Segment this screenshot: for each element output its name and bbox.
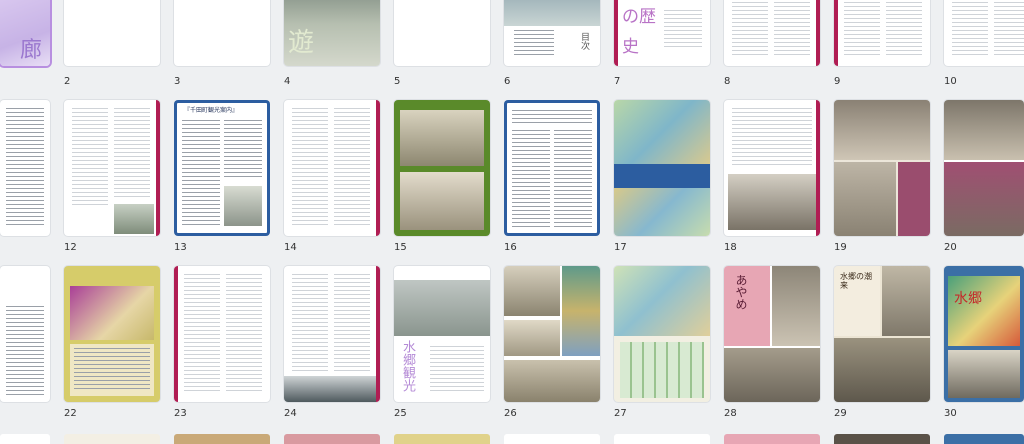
page-number: 9 <box>834 76 841 87</box>
page-number: 6 <box>504 76 511 87</box>
page-thumbnail-partial[interactable] <box>394 434 490 444</box>
page-thumbnail-partial[interactable] <box>0 434 50 444</box>
page-thumbnail-partial[interactable] <box>834 434 930 444</box>
page-image <box>64 0 160 66</box>
page-number: 8 <box>724 76 731 87</box>
cover-title: 水郷の潮来 <box>840 272 872 290</box>
page-number: 7 <box>614 76 621 87</box>
page-number: 3 <box>174 76 181 87</box>
page-thumbnail-grid: 廊 2 3 遊 4 5 目次 6 の歴史 7 8 9 10 12 『千田町観光案… <box>0 0 1024 444</box>
page-number: 16 <box>504 242 517 253</box>
page-number: 19 <box>834 242 847 253</box>
page-number: 30 <box>944 408 957 419</box>
page-image <box>504 100 600 236</box>
page-number: 20 <box>944 242 957 253</box>
page-image: 廊 <box>0 0 50 66</box>
page-image <box>504 266 600 402</box>
page-image <box>614 266 710 402</box>
page-image: 水郷 <box>944 266 1024 402</box>
page-image <box>944 0 1024 66</box>
page-image: の歴史 <box>614 0 710 66</box>
page-number: 24 <box>284 408 297 419</box>
page-image <box>284 266 380 402</box>
page-thumbnail-partial[interactable] <box>944 434 1024 444</box>
page-image <box>834 0 930 66</box>
page-image <box>724 0 820 66</box>
page-number: 2 <box>64 76 71 87</box>
cover-title: 水郷観光 <box>400 340 415 392</box>
page-number: 13 <box>174 242 187 253</box>
page-image: 遊 <box>284 0 380 66</box>
page-image <box>174 0 270 66</box>
page-thumbnail-partial[interactable] <box>614 434 710 444</box>
page-number: 5 <box>394 76 401 87</box>
page-image <box>394 100 490 236</box>
page-number: 14 <box>284 242 297 253</box>
page-number: 28 <box>724 408 737 419</box>
page-image: あやめ <box>724 266 820 402</box>
page-number: 22 <box>64 408 77 419</box>
page-thumbnail-partial[interactable] <box>284 434 380 444</box>
page-number: 15 <box>394 242 407 253</box>
page-number: 4 <box>284 76 291 87</box>
page-number: 23 <box>174 408 187 419</box>
page-image <box>724 100 820 236</box>
page-thumbnail-partial[interactable] <box>504 434 600 444</box>
toc-title: 目次 <box>579 32 589 50</box>
page-image <box>64 100 160 236</box>
page-number: 29 <box>834 408 847 419</box>
page-image: 目次 <box>504 0 600 66</box>
cover-title: 廊 <box>20 38 43 63</box>
page-image <box>64 266 160 402</box>
page-image: 水郷の潮来 <box>834 266 930 402</box>
page-image <box>834 100 930 236</box>
page-number: 12 <box>64 242 77 253</box>
page-thumbnail-partial[interactable] <box>724 434 820 444</box>
page-image <box>0 100 50 236</box>
page-image <box>944 100 1024 236</box>
page-image <box>394 0 490 66</box>
page-number: 17 <box>614 242 627 253</box>
page-number: 10 <box>944 76 957 87</box>
cover-title: 水郷 <box>954 291 982 307</box>
page-image <box>614 100 710 236</box>
cover-title: あやめ <box>734 274 748 310</box>
page-heading: 『千田町観光案内』 <box>184 107 239 114</box>
page-number: 18 <box>724 242 737 253</box>
page-image: 水郷観光 <box>394 266 490 402</box>
page-number: 27 <box>614 408 627 419</box>
page-image <box>284 100 380 236</box>
section-title: の歴史 <box>622 7 656 57</box>
page-thumbnail-partial[interactable] <box>64 434 160 444</box>
page-thumbnail-partial[interactable] <box>174 434 270 444</box>
page-number: 25 <box>394 408 407 419</box>
cover-title: 遊 <box>288 28 315 58</box>
page-image <box>0 266 50 402</box>
page-image: 『千田町観光案内』 <box>174 100 270 236</box>
page-image <box>174 266 270 402</box>
page-number: 26 <box>504 408 517 419</box>
